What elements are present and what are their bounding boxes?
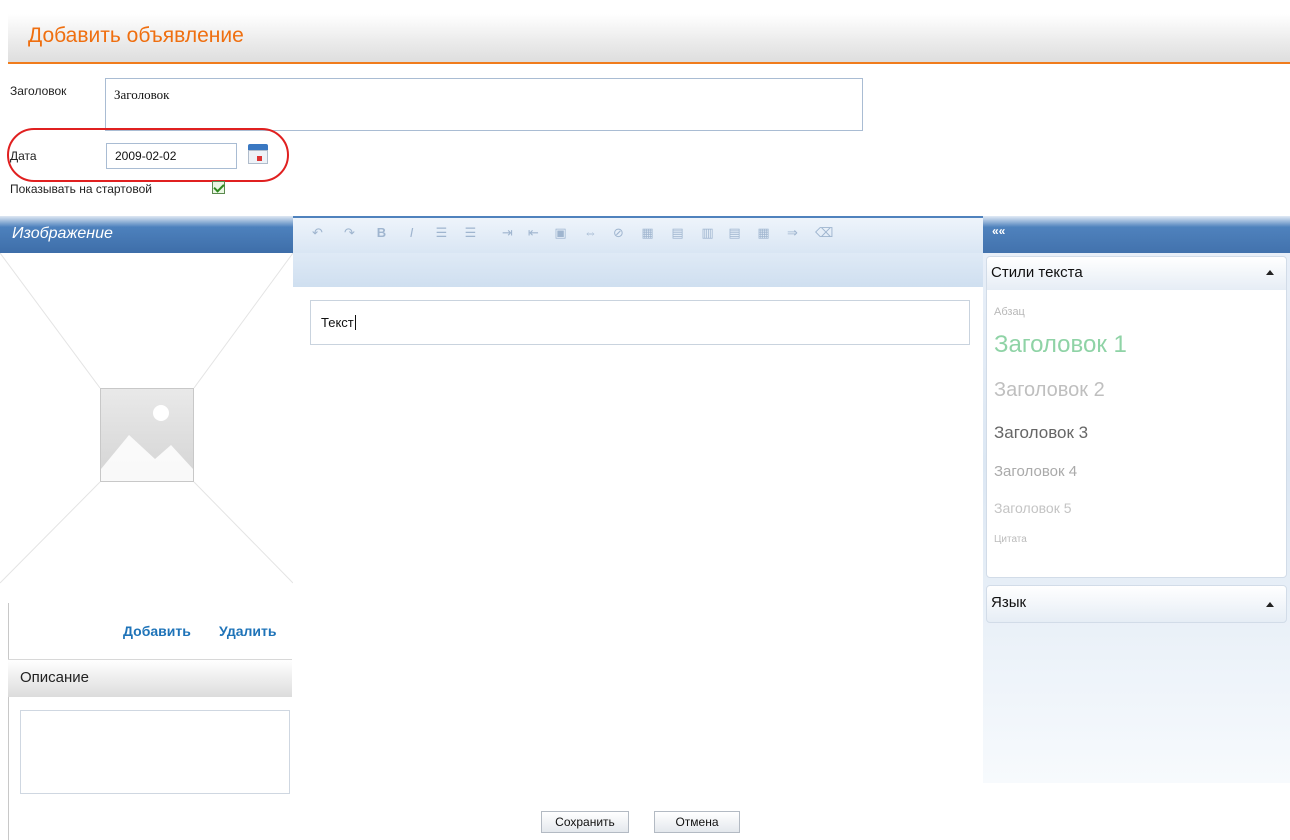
add-image-link[interactable]: Добавить [123,623,191,639]
editor-subbar [293,253,983,287]
right-panel-header [983,216,1290,253]
language-panel-header[interactable] [986,585,1287,623]
link-icon[interactable]: ⇔ [583,225,598,240]
page-header: Добавить объявление [8,14,1290,64]
text-styles-title: Стили текста [991,264,1083,281]
editor-text-block[interactable]: Текст [310,300,970,345]
left-divider [8,603,9,840]
delete-image-link[interactable]: Удалить [219,623,276,639]
style-paragraph[interactable]: Абзац [994,306,1025,318]
table-icon[interactable]: ▦ [640,225,655,240]
description-panel-title: Описание [20,669,90,686]
redo-icon[interactable]: ↷ [342,225,357,240]
image-icon[interactable]: ▣ [553,225,568,240]
unlink-icon[interactable]: ⊘ [611,225,626,240]
merge-cells-icon[interactable]: ▦ [756,225,771,240]
undo-icon[interactable]: ↶ [310,225,325,240]
text-caret [354,315,356,330]
date-label: Дата [10,149,37,163]
outdent-icon[interactable]: ⇤ [526,225,541,240]
bullet-list-icon[interactable]: ☰ [463,225,478,240]
description-textarea[interactable] [20,710,290,794]
calendar-icon[interactable] [246,142,270,166]
show-on-start-checkbox[interactable] [212,181,225,194]
page-title: Добавить объявление [28,24,244,47]
collapse-panel-button[interactable]: «« [992,224,1005,238]
cancel-button[interactable]: Отмена [654,811,740,833]
clear-format-icon[interactable]: ⌫ [815,225,833,240]
collapse-language-icon[interactable] [1266,602,1274,607]
image-placeholder-icon [100,388,194,482]
numbered-list-icon[interactable]: ☰ [434,225,449,240]
style-heading-1[interactable]: Заголовок 1 [994,331,1127,359]
style-heading-2[interactable]: Заголовок 2 [994,379,1105,402]
editor-area[interactable] [293,287,983,787]
indent-icon[interactable]: ⇥ [500,225,515,240]
save-button[interactable]: Сохранить [541,811,629,833]
date-input[interactable]: 2009-02-02 [106,143,237,169]
title-input[interactable]: Заголовок [105,78,863,131]
style-heading-3[interactable]: Заголовок 3 [994,423,1088,443]
language-title: Язык [991,594,1027,611]
italic-icon[interactable]: I [404,225,419,240]
bold-icon[interactable]: B [374,225,389,240]
insert-column-icon[interactable]: ▥ [700,225,715,240]
style-quote[interactable]: Цитата [994,534,1027,545]
collapse-styles-icon[interactable] [1266,270,1274,275]
text-styles-panel [986,256,1287,578]
style-heading-4[interactable]: Заголовок 4 [994,463,1077,480]
image-panel-title: Изображение [12,225,113,242]
style-heading-5[interactable]: Заголовок 5 [994,500,1072,516]
insert-row-icon[interactable]: ▤ [670,225,685,240]
editor-content: Текст [321,315,354,330]
split-icon[interactable]: ⇒ [785,225,800,240]
editor-toolbar [293,216,983,253]
title-label: Заголовок [10,84,67,98]
delete-row-icon[interactable]: ▤ [727,225,742,240]
show-on-start-label: Показывать на стартовой [10,182,152,196]
